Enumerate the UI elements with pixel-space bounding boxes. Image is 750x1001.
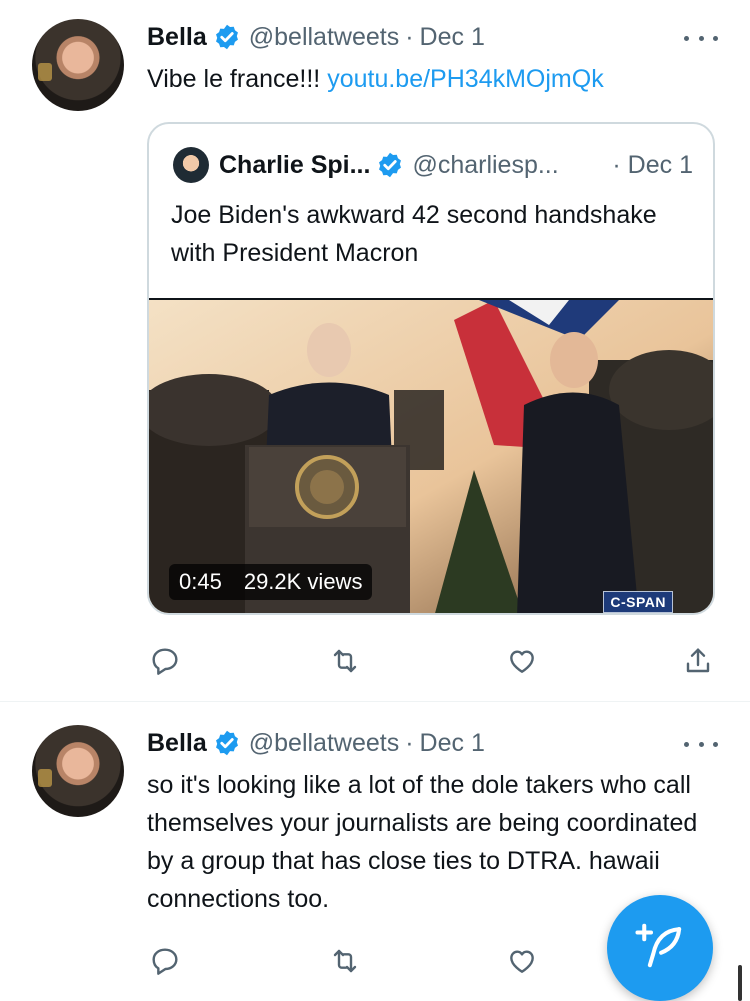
compose-tweet-button[interactable]	[607, 895, 713, 1001]
compose-tweet-icon	[633, 919, 687, 978]
video-player[interactable]: 0:45 29.2K views C-SPAN	[149, 298, 713, 613]
avatar[interactable]	[32, 725, 124, 817]
quoted-user-handle: @charliesp...	[412, 150, 559, 179]
quoted-tweet[interactable]: Charlie Spi... @charliesp... · Dec 1 Joe…	[147, 122, 715, 615]
avatar[interactable]	[32, 19, 124, 111]
quoted-tweet-date: · Dec 1	[612, 150, 693, 179]
tweet-header: Bella @bellatweets · Dec 1	[147, 20, 485, 54]
user-handle[interactable]: @bellatweets	[249, 729, 399, 758]
user-handle[interactable]: @bellatweets	[249, 23, 399, 52]
video-views: 29.2K views	[243, 569, 363, 594]
tweet-date[interactable]: Dec 1	[420, 23, 485, 52]
verified-badge-icon	[376, 151, 404, 179]
quoted-tweet-text: Joe Biden's awkward 42 second handshake …	[171, 201, 657, 267]
share-icon[interactable]	[680, 643, 716, 679]
more-horizontal-icon[interactable]	[684, 734, 718, 754]
retweet-icon[interactable]	[327, 643, 363, 679]
reply-icon[interactable]	[147, 643, 183, 679]
separator-dot: ·	[405, 728, 414, 757]
tweet-header: Bella @bellatweets · Dec 1	[147, 726, 485, 760]
tweet-text: so it's looking like a lot of the dole t…	[147, 771, 698, 913]
display-name[interactable]: Bella	[147, 729, 207, 758]
heart-icon[interactable]	[504, 943, 540, 979]
video-info-badge: 0:45 29.2K views	[169, 564, 373, 600]
tweet-date[interactable]: Dec 1	[420, 729, 485, 758]
video-watermark: C-SPAN	[603, 591, 673, 613]
quoted-avatar[interactable]	[173, 147, 209, 183]
tweet-text: Vibe le france!!! youtu.be/PH34kMOjmQk	[147, 60, 722, 98]
heart-icon[interactable]	[504, 643, 540, 679]
separator-dot: ·	[405, 22, 414, 51]
scrollbar[interactable]	[738, 965, 742, 1001]
more-horizontal-icon[interactable]	[684, 28, 718, 48]
reply-icon[interactable]	[147, 943, 183, 979]
verified-badge-icon	[213, 23, 241, 51]
tweet-link[interactable]: youtu.be/PH34kMOjmQk	[327, 65, 604, 93]
tweet-actions	[147, 643, 717, 679]
tweet[interactable]: Bella @bellatweets · Dec 1 Vibe le franc…	[0, 0, 750, 700]
video-duration: 0:45	[179, 569, 222, 594]
retweet-icon[interactable]	[327, 943, 363, 979]
quoted-tweet-header: Charlie Spi... @charliesp... · Dec 1	[173, 147, 693, 183]
verified-badge-icon	[213, 729, 241, 757]
display-name[interactable]: Bella	[147, 23, 207, 52]
quoted-display-name: Charlie Spi...	[219, 150, 371, 179]
tweet-text-plain: Vibe le france!!!	[147, 65, 328, 93]
